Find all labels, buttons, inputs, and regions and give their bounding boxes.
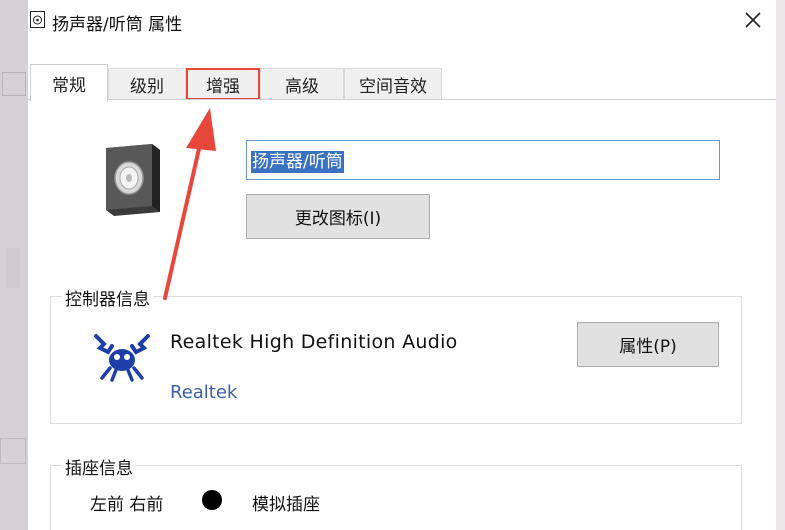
- realtek-crab-icon: [94, 334, 150, 382]
- desktop-glyph: [2, 72, 26, 96]
- properties-dialog: 扬声器/听筒 属性 常规 级别 增强 高级 空间音效 扬声器/听筒 更改图标(I…: [28, 0, 776, 530]
- device-name-input[interactable]: 扬声器/听筒: [246, 140, 720, 180]
- desktop-glyph: [0, 438, 26, 464]
- controller-vendor-link[interactable]: Realtek: [170, 382, 237, 403]
- jack-color-indicator: [202, 490, 222, 510]
- window-title: 扬声器/听筒 属性: [52, 15, 183, 35]
- tab-panel-border: [28, 99, 776, 100]
- jack-position: 左前 右前: [90, 495, 164, 515]
- tab-levels[interactable]: 级别: [108, 68, 186, 100]
- controller-info-label: 控制器信息: [62, 285, 153, 310]
- close-button[interactable]: [736, 4, 770, 36]
- desktop-background: [0, 0, 28, 530]
- speaker-icon: [30, 11, 45, 28]
- tab-enhancements[interactable]: 增强: [186, 68, 260, 100]
- tab-general[interactable]: 常规: [30, 64, 108, 102]
- controller-device-name: Realtek High Definition Audio: [170, 331, 458, 353]
- jack-info-label: 插座信息: [62, 454, 136, 479]
- controller-properties-button[interactable]: 属性(P): [577, 322, 719, 367]
- tab-strip: 常规 级别 增强 高级 空间音效: [28, 64, 776, 102]
- tab-spatial-sound[interactable]: 空间音效: [344, 68, 442, 100]
- jack-type: 模拟插座: [252, 495, 320, 515]
- tab-advanced[interactable]: 高级: [260, 68, 344, 100]
- change-icon-button[interactable]: 更改图标(I): [246, 194, 430, 239]
- desktop-glyph: [6, 248, 20, 288]
- close-icon: [745, 12, 761, 28]
- speaker-icon: [106, 144, 160, 216]
- title-bar: 扬声器/听筒 属性: [28, 0, 776, 42]
- device-name-value: 扬声器/听筒: [251, 151, 344, 173]
